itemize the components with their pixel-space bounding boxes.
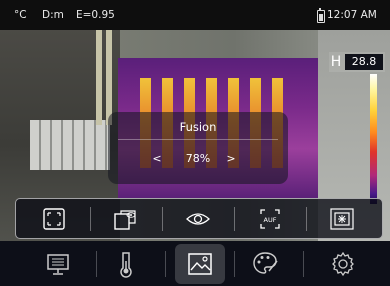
picture-in-picture-button[interactable] — [91, 201, 161, 237]
settings-gear-icon — [332, 251, 354, 277]
image-mode-toolbar: AUF — [15, 198, 383, 239]
menu-thermometer-button[interactable] — [101, 244, 151, 284]
full-screen-ir-button[interactable] — [19, 201, 89, 237]
image-mode-icon — [188, 253, 212, 275]
popup-title: Fusion — [179, 120, 217, 134]
menu-divider — [234, 251, 235, 277]
fusion-blend-button[interactable] — [307, 201, 377, 237]
auto-focus-button[interactable]: AUF — [235, 201, 305, 237]
menu-divider — [96, 251, 97, 277]
fusion-popup: Fusion < 78% > — [108, 112, 288, 184]
menu-display-button[interactable] — [33, 244, 83, 284]
auto-focus-icon: AUF — [260, 209, 280, 229]
thermal-camera-screen: °C D:m E=0.95 12:07 AM H 28.8 Fusion < 7… — [0, 0, 390, 286]
color-palette-scale — [370, 74, 377, 204]
scene-breakers — [30, 120, 110, 170]
fusion-increase-button[interactable]: > — [224, 152, 238, 165]
temperature-scale-header[interactable]: H 28.8 — [329, 52, 385, 72]
fusion-value: 78% — [185, 152, 211, 165]
palette-icon — [253, 252, 278, 274]
distance-readout: D:m — [42, 9, 64, 21]
menu-settings-button[interactable] — [318, 244, 368, 284]
status-bar: °C D:m E=0.95 12:07 AM — [0, 0, 390, 30]
menu-palette-button[interactable] — [240, 244, 290, 284]
visible-eye-icon — [186, 213, 210, 225]
popup-divider — [118, 139, 278, 140]
menu-divider — [165, 251, 166, 277]
scene-wire — [106, 30, 112, 125]
display-icon — [47, 254, 69, 275]
menu-image-mode-button[interactable] — [175, 244, 225, 284]
temperature-unit: °C — [14, 9, 27, 21]
battery-icon — [317, 8, 325, 23]
visible-camera-button[interactable] — [163, 201, 233, 237]
fusion-blend-icon — [330, 208, 354, 230]
svg-text:AUF: AUF — [264, 216, 277, 224]
clock: 12:07 AM — [327, 9, 377, 21]
thermometer-icon — [120, 252, 132, 278]
full-screen-ir-icon — [43, 208, 65, 230]
main-menu-bar — [0, 241, 390, 286]
max-temperature-value: 28.8 — [345, 54, 383, 70]
scene-wire — [96, 30, 102, 125]
scale-mode-letter: H — [330, 54, 342, 70]
emissivity-readout: E=0.95 — [76, 9, 115, 21]
picture-in-picture-icon — [114, 210, 136, 230]
menu-divider — [303, 251, 304, 277]
